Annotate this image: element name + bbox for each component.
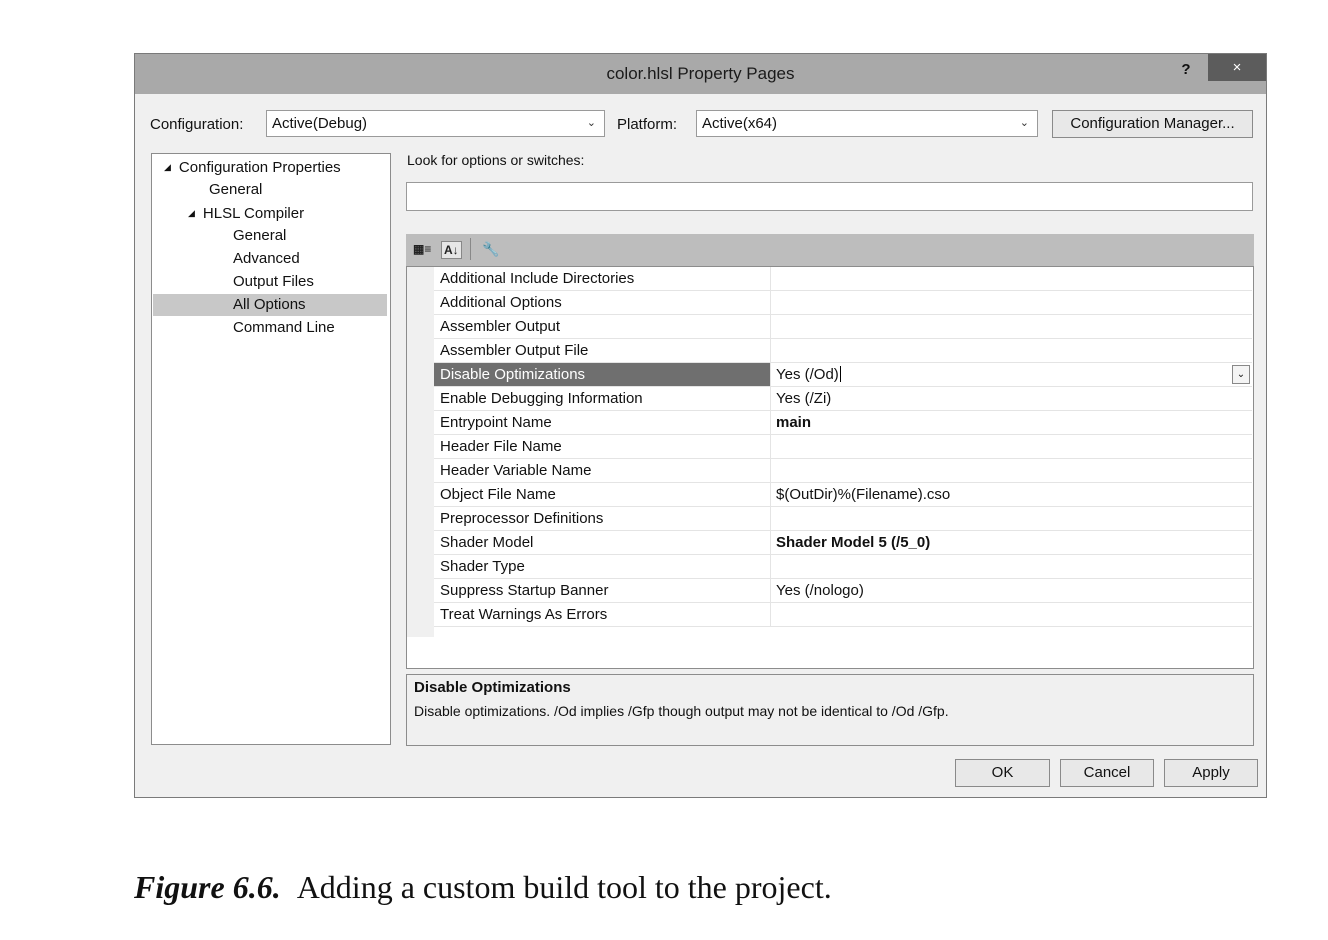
property-value[interactable]: Yes (/nologo) [771,579,1252,602]
search-label: Look for options or switches: [407,152,585,168]
property-value[interactable] [771,267,1252,290]
categorized-icon[interactable]: ▦≡ [413,241,431,257]
property-name: Assembler Output [434,315,771,338]
configuration-select[interactable]: Active(Debug) ⌄ [266,110,605,137]
close-button[interactable]: × [1208,54,1266,81]
description-panel: Disable Optimizations Disable optimizati… [406,674,1254,746]
tree-item-output-files[interactable]: Output Files [233,271,314,293]
property-value[interactable]: $(OutDir)%(Filename).cso [771,483,1252,506]
grid-gutter [407,267,434,637]
text-caret [839,366,841,382]
property-name: Shader Type [434,555,771,578]
description-text: Disable optimizations. /Od implies /Gfp … [414,703,949,719]
property-value[interactable] [771,459,1252,482]
property-name: Enable Debugging Information [434,387,771,410]
grid-row[interactable]: Header File Name [434,435,1252,459]
ok-button[interactable]: OK [955,759,1050,787]
platform-label: Platform: [617,116,678,133]
grid-row[interactable]: Treat Warnings As Errors [434,603,1252,627]
chevron-down-icon: ⌄ [586,117,596,129]
configuration-label: Configuration: [150,116,244,133]
grid-row[interactable]: Entrypoint Name main [434,411,1252,435]
configuration-value: Active(Debug) [272,115,368,132]
grid-row[interactable]: Assembler Output File [434,339,1252,363]
property-value[interactable] [771,291,1252,314]
category-tree: ◢ Configuration Properties General ◢ HLSL … [151,153,391,745]
platform-value: Active(x64) [702,115,778,132]
search-input[interactable] [406,182,1253,211]
property-name: Preprocessor Definitions [434,507,771,530]
tree-item-general[interactable]: General [209,179,262,201]
tree-item-all-options[interactable]: All Options [153,294,387,316]
figure-caption-text: Adding a custom build tool to the projec… [296,869,832,905]
property-name: Shader Model [434,531,771,554]
grid-row[interactable]: Shader Type [434,555,1252,579]
platform-select[interactable]: Active(x64) ⌄ [696,110,1038,137]
property-value[interactable] [771,339,1252,362]
tree-item-advanced[interactable]: Advanced [233,248,300,270]
property-name: Additional Options [434,291,771,314]
apply-button[interactable]: Apply [1164,759,1258,787]
property-name: Additional Include Directories [434,267,771,290]
cancel-button[interactable]: Cancel [1060,759,1154,787]
grid-row[interactable]: Enable Debugging Information Yes (/Zi) [434,387,1252,411]
property-value[interactable]: Yes (/Zi) [771,387,1252,410]
property-name: Treat Warnings As Errors [434,603,771,626]
property-value-editor[interactable]: Yes (/Od) ⌄ [771,363,1252,386]
grid-toolbar: ▦≡ A↓ 🔧 [406,234,1254,266]
property-value[interactable] [771,603,1252,626]
title-bar: color.hlsl Property Pages ? × [135,54,1266,94]
sort-alphabetical-icon[interactable]: A↓ [441,241,462,259]
property-name: Entrypoint Name [434,411,771,434]
grid-row[interactable]: Object File Name $(OutDir)%(Filename).cso [434,483,1252,507]
grid-row[interactable]: Suppress Startup Banner Yes (/nologo) [434,579,1252,603]
figure-caption: Figure 6.6. Adding a custom build tool t… [134,869,832,906]
property-name: Suppress Startup Banner [434,579,771,602]
property-value[interactable] [771,555,1252,578]
property-name: Header Variable Name [434,459,771,482]
toolbar-separator [470,238,471,260]
property-name: Object File Name [434,483,771,506]
property-value[interactable] [771,435,1252,458]
wrench-icon[interactable]: 🔧 [482,241,499,257]
property-value[interactable] [771,507,1252,530]
tree-item-hlsl-compiler[interactable]: ◢ HLSL Compiler [188,202,304,224]
help-button[interactable]: ? [1172,58,1200,82]
grid-row[interactable]: Additional Options [434,291,1252,315]
collapse-triangle-icon: ◢ [164,162,171,172]
grid-row[interactable]: Additional Include Directories [434,267,1252,291]
property-name: Disable Optimizations [434,363,771,386]
window-title: color.hlsl Property Pages [606,64,795,83]
figure-label: Figure 6.6. [134,869,281,905]
dropdown-arrow-icon[interactable]: ⌄ [1232,365,1250,384]
grid-row[interactable]: Shader Model Shader Model 5 (/5_0) [434,531,1252,555]
collapse-triangle-icon: ◢ [188,208,195,218]
property-value[interactable]: main [771,411,1252,434]
property-pages-dialog: color.hlsl Property Pages ? × Configurat… [134,53,1267,798]
grid-row[interactable]: Preprocessor Definitions [434,507,1252,531]
chevron-down-icon: ⌄ [1019,117,1029,129]
property-value[interactable]: Shader Model 5 (/5_0) [771,531,1252,554]
property-name: Assembler Output File [434,339,771,362]
grid-row-selected[interactable]: Disable Optimizations Yes (/Od) ⌄ [434,363,1252,387]
tree-item-configuration-properties[interactable]: ◢ Configuration Properties [164,156,341,178]
property-grid: Additional Include Directories Additiona… [406,266,1254,669]
configuration-manager-button[interactable]: Configuration Manager... [1052,110,1253,138]
tree-item-compiler-general[interactable]: General [233,225,286,247]
description-title: Disable Optimizations [414,679,571,696]
property-name: Header File Name [434,435,771,458]
grid-row[interactable]: Header Variable Name [434,459,1252,483]
grid-row[interactable]: Assembler Output [434,315,1252,339]
tree-item-command-line[interactable]: Command Line [233,317,335,339]
property-value[interactable] [771,315,1252,338]
